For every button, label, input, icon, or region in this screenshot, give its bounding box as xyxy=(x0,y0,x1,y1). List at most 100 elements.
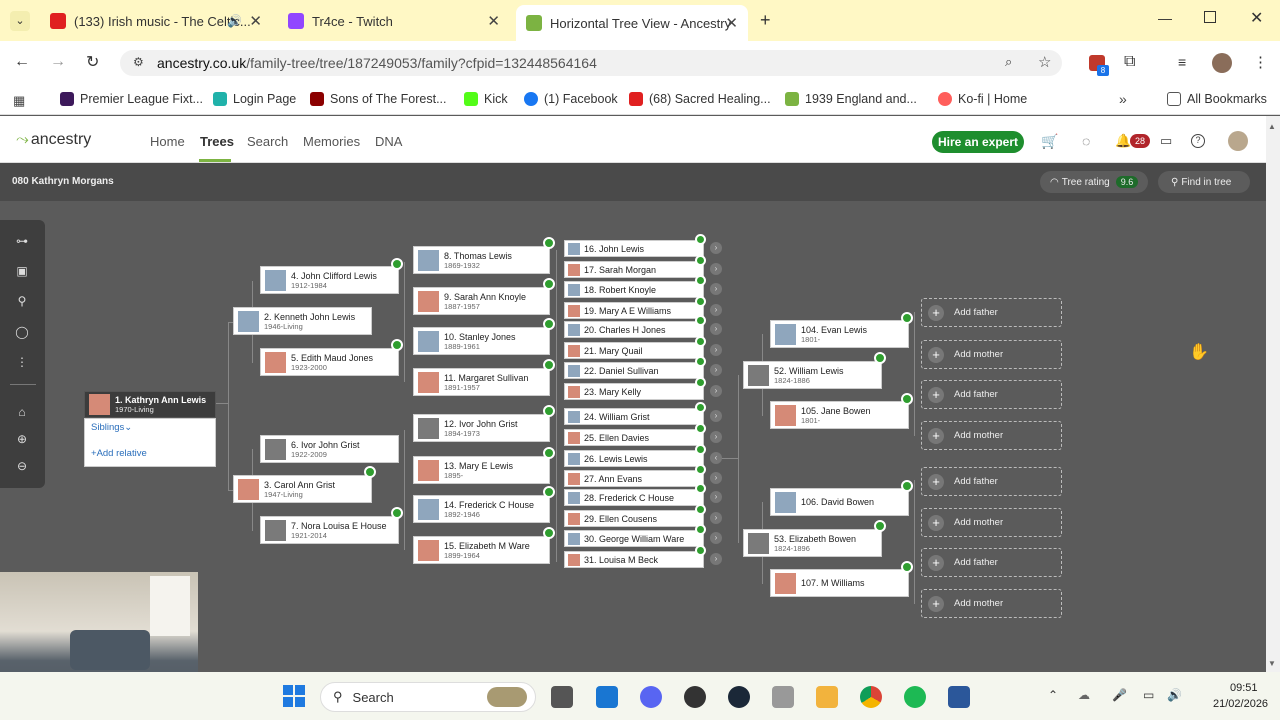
person-card[interactable]: 30. George William Ware xyxy=(564,530,704,547)
word-icon[interactable] xyxy=(948,686,970,708)
person-card[interactable]: 27. Ann Evans xyxy=(564,470,704,487)
bookmark-item[interactable]: (1) Facebook xyxy=(524,92,618,106)
hint-leaf-icon[interactable] xyxy=(695,377,706,388)
hint-leaf-icon[interactable] xyxy=(874,352,886,364)
clock-time[interactable]: 09:51 xyxy=(1230,682,1258,694)
forward-icon[interactable]: → xyxy=(50,53,66,71)
person-card[interactable]: 52. William Lewis 1824-1886 xyxy=(743,361,882,389)
bookmark-item[interactable]: (68) Sacred Healing... xyxy=(629,92,771,106)
hint-leaf-icon[interactable] xyxy=(901,393,913,405)
person-card[interactable]: 19. Mary A E Williams xyxy=(564,302,704,319)
puzzle-icon[interactable]: ⧉ xyxy=(1124,53,1135,71)
all-bookmarks[interactable]: All Bookmarks xyxy=(1167,92,1267,106)
tab-search-icon[interactable]: ⌄ xyxy=(10,11,30,31)
close-icon[interactable]: ✕ xyxy=(725,14,738,32)
search-person-icon[interactable]: ⚲ xyxy=(15,294,29,308)
hint-leaf-icon[interactable] xyxy=(543,359,555,371)
window-close-button[interactable]: ✕ xyxy=(1250,8,1263,28)
more-icon[interactable]: ⋮ xyxy=(15,355,29,369)
cart-icon[interactable]: 🛒 xyxy=(1041,133,1058,150)
person-card[interactable]: 5. Edith Maud Jones 1923-2000 xyxy=(260,348,399,376)
nav-dna[interactable]: DNA xyxy=(375,134,402,149)
hint-leaf-icon[interactable] xyxy=(695,315,706,326)
hint-leaf-icon[interactable] xyxy=(695,483,706,494)
url-input[interactable]: ⚙ ancestry.co.uk/family-tree/tree/187249… xyxy=(120,50,1062,76)
person-card[interactable]: 31. Louisa M Beck xyxy=(564,551,704,568)
add-mother-button[interactable]: + Add mother xyxy=(921,508,1062,537)
hint-leaf-icon[interactable] xyxy=(695,402,706,413)
bell-icon[interactable]: 🔔 xyxy=(1115,133,1131,149)
person-card[interactable]: 13. Mary E Lewis 1895- xyxy=(413,456,550,484)
nav-search[interactable]: Search xyxy=(247,134,288,149)
outlook-icon[interactable] xyxy=(596,686,618,708)
add-father-button[interactable]: + Add father xyxy=(921,298,1062,327)
person-card[interactable]: 9. Sarah Ann Knoyle 1887-1957 xyxy=(413,287,550,315)
hint-leaf-icon[interactable] xyxy=(543,237,555,249)
find-in-tree-button[interactable]: ⚲ Find in tree xyxy=(1158,171,1250,193)
page-scrollbar[interactable] xyxy=(1266,116,1280,672)
siblings-dropdown[interactable]: Siblings⌄ xyxy=(91,422,132,433)
person-card[interactable]: 28. Frederick C House xyxy=(564,489,704,506)
person-card[interactable]: 24. William Grist xyxy=(564,408,704,425)
spotify-icon[interactable] xyxy=(904,686,926,708)
chevron-right-icon[interactable]: › xyxy=(710,472,722,484)
menu-icon[interactable]: ⋮ xyxy=(1253,53,1268,71)
hint-leaf-icon[interactable] xyxy=(901,561,913,573)
person-card[interactable]: 2. Kenneth John Lewis 1946-Living xyxy=(233,307,372,335)
hint-leaf-icon[interactable] xyxy=(695,444,706,455)
person-card[interactable]: 23. Mary Kelly xyxy=(564,383,704,400)
back-icon[interactable]: ← xyxy=(14,53,30,71)
chevron-right-icon[interactable]: › xyxy=(710,532,722,544)
nav-home[interactable]: Home xyxy=(150,134,185,149)
tree-name[interactable]: 080 Kathryn Morgans xyxy=(12,176,114,187)
chevron-right-icon[interactable]: › xyxy=(710,512,722,524)
hint-leaf-icon[interactable] xyxy=(874,520,886,532)
chevron-right-icon[interactable]: › xyxy=(710,304,722,316)
discord-icon[interactable] xyxy=(640,686,662,708)
comment-icon[interactable]: ◯ xyxy=(15,325,29,339)
person-card[interactable]: 29. Ellen Cousens xyxy=(564,510,704,527)
close-icon[interactable]: ✕ xyxy=(487,12,500,30)
person-card[interactable]: 53. Elizabeth Bowen 1824-1896 xyxy=(743,529,882,557)
more-bookmarks-icon[interactable]: » xyxy=(1119,91,1127,107)
hint-leaf-icon[interactable] xyxy=(695,234,706,245)
close-icon[interactable]: ✕ xyxy=(249,12,262,30)
minimize-button[interactable]: — xyxy=(1158,10,1172,26)
apps-icon[interactable]: ▦ xyxy=(13,93,25,109)
hint-leaf-icon[interactable] xyxy=(543,486,555,498)
bookmark-item[interactable]: Premier League Fixt... xyxy=(60,92,203,106)
person-card[interactable]: 22. Daniel Sullivan xyxy=(564,362,704,379)
person-card[interactable]: 17. Sarah Morgan xyxy=(564,261,704,278)
person-card[interactable]: 16. John Lewis xyxy=(564,240,704,257)
hint-leaf-icon[interactable] xyxy=(695,545,706,556)
hint-leaf-icon[interactable] xyxy=(695,275,706,286)
person-card-root[interactable]: 1. Kathryn Ann Lewis 1970-Living xyxy=(84,391,216,418)
bookmark-star-icon[interactable]: ☆ xyxy=(1038,53,1051,71)
person-card[interactable]: 12. Ivor John Grist 1894-1973 xyxy=(413,414,550,442)
app-icon[interactable] xyxy=(684,686,706,708)
new-tab-button[interactable]: + xyxy=(760,10,771,31)
chevron-right-icon[interactable]: › xyxy=(710,242,722,254)
person-card[interactable]: 26. Lewis Lewis xyxy=(564,450,704,467)
hint-leaf-icon[interactable] xyxy=(695,296,706,307)
taskbar-search-box[interactable]: ⚲ Search xyxy=(320,682,536,712)
bookmark-item[interactable]: Sons of The Forest... xyxy=(310,92,447,106)
chrome-icon[interactable] xyxy=(860,686,882,708)
person-card[interactable]: 107. M Williams xyxy=(770,569,909,597)
nav-memories[interactable]: Memories xyxy=(303,134,360,149)
person-card[interactable]: 10. Stanley Jones 1889-1961 xyxy=(413,327,550,355)
media-icon[interactable]: ≡ xyxy=(1178,54,1186,70)
hint-leaf-icon[interactable] xyxy=(695,464,706,475)
person-card[interactable]: 18. Robert Knoyle xyxy=(564,281,704,298)
person-card[interactable]: 3. Carol Ann Grist 1947-Living xyxy=(233,475,372,503)
hint-leaf-icon[interactable] xyxy=(901,480,913,492)
hint-leaf-icon[interactable] xyxy=(391,507,403,519)
person-card[interactable]: 21. Mary Quail xyxy=(564,342,704,359)
speaker-icon[interactable]: 🔊 xyxy=(227,14,242,28)
chevron-left-icon[interactable]: ‹ xyxy=(710,452,722,464)
add-mother-button[interactable]: + Add mother xyxy=(921,589,1062,618)
add-father-button[interactable]: + Add father xyxy=(921,467,1062,496)
mic-icon[interactable]: 🎤 xyxy=(1112,688,1127,702)
clock-date[interactable]: 21/02/2026 xyxy=(1213,698,1268,710)
hint-leaf-icon[interactable] xyxy=(695,255,706,266)
